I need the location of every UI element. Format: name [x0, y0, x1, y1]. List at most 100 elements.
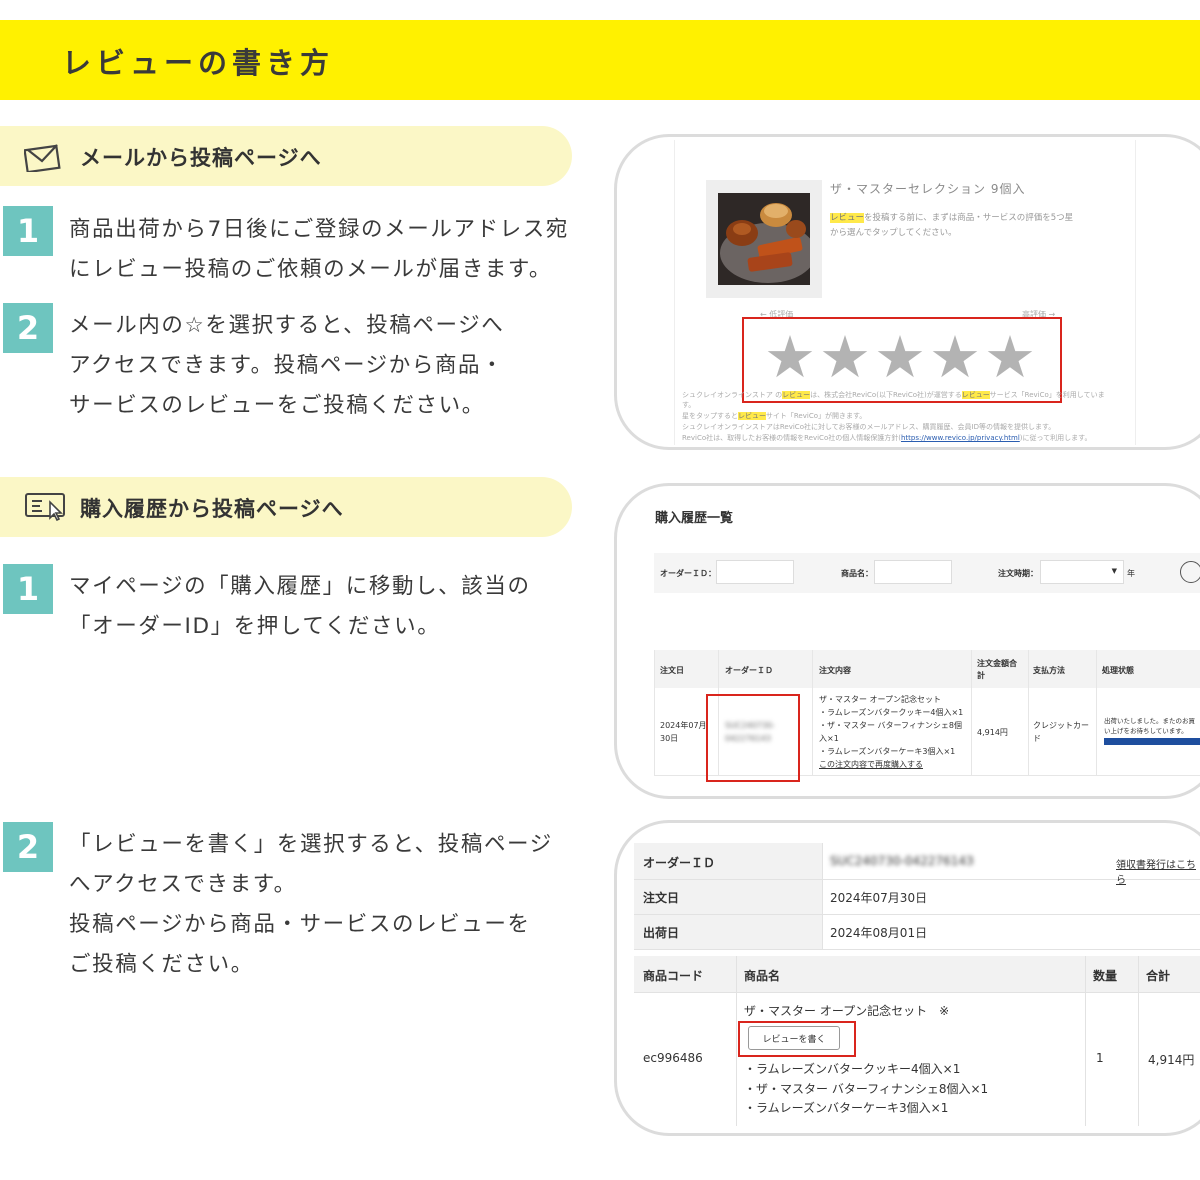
step-line: ご投稿ください。	[69, 952, 254, 977]
step-line: 商品出荷から7日後にご登録のメールアドレス宛	[69, 217, 569, 242]
col-status: 処理状態	[1102, 666, 1134, 675]
fine-text: ReviCo社は、取得したお客様の情報をReviCo社の個人情報保護方針(	[682, 434, 901, 442]
fine-text: は、株式会社ReviCo(以下ReviCo社)が運営する	[810, 391, 962, 399]
table-divider	[1096, 650, 1097, 776]
col-contents: 注文内容	[819, 666, 851, 675]
step-line: メール内の☆を選択すると、投稿ページへ	[69, 313, 505, 338]
history-row-amount: 4,914円	[977, 728, 1008, 737]
history-row-payment: クレジットカード	[1033, 721, 1089, 743]
receipt-link[interactable]: 領収書発行はこちら	[1116, 856, 1200, 886]
step-text: マイページの「購入履歴」に移動し、該当の 「オーダーID」を押してください。	[69, 567, 531, 647]
fine-print: シュクレイオンラインストアはReviCo社に対してお客様のメールアドレス、購買履…	[682, 423, 1056, 431]
fine-print: シュクレイオンラインストア のレビューは、株式会社ReviCo(以下ReviCo…	[682, 390, 1122, 400]
desc-text: から選んでタップしてください。	[830, 228, 957, 238]
section-history-title: 購入履歴から投稿ページへ	[80, 497, 344, 521]
sub-item: ・ラムレーズンバターケーキ3個入×1	[744, 1101, 949, 1115]
item-line: ・ラムレーズンバターケーキ3個入×1	[819, 747, 956, 756]
step-number: 2	[3, 822, 53, 872]
order-id-value: SUC240730-04227614З	[830, 854, 974, 868]
product-total: 4,914円	[1148, 1053, 1195, 1067]
step-line: マイページの「購入履歴」に移動し、該当の	[69, 574, 531, 599]
step-number: 1	[3, 564, 53, 614]
highlight-box	[738, 1021, 856, 1057]
step-text: 「レビューを書く」を選択すると、投稿ページ へアクセスできます。 投稿ページから…	[69, 825, 553, 985]
step-text: 商品出荷から7日後にご登録のメールアドレス宛 にレビュー投稿のご依頼のメールが届…	[69, 210, 569, 290]
fine-text: )に従って利用します。	[1019, 434, 1092, 442]
highlight-word: レビュー	[961, 391, 990, 399]
step-line: へアクセスできます。	[69, 872, 297, 897]
history-row-contents: ザ・マスター オープン記念セット ・ラムレーズンバタークッキー4個入×1 ・ザ・…	[819, 693, 969, 771]
col-amount: 注文金額合計	[977, 659, 1017, 680]
privacy-link[interactable]: https://www.revico.jp/privacy.html	[901, 434, 1020, 442]
product-image	[718, 193, 810, 285]
step-line: 「レビューを書く」を選択すると、投稿ページ	[69, 832, 553, 857]
item-divider	[1085, 956, 1086, 1126]
product-title: ザ・マスターセレクション 9個入	[830, 182, 1026, 196]
fine-text: サービス「ReviCo」を利用していま	[989, 391, 1105, 399]
purchase-history-icon	[24, 491, 68, 521]
section-mail-title: メールから投稿ページへ	[80, 146, 322, 170]
fine-text: サイト「ReviCo」が開きます。	[765, 412, 867, 420]
ship-date-value: 2024年08月01日	[830, 926, 928, 940]
col-order-date: 注文日	[660, 666, 684, 675]
order-id-label: オーダーＩＤ	[643, 856, 716, 870]
detail-divider	[822, 843, 823, 949]
history-title: 購入履歴一覧	[655, 511, 734, 526]
period-filter-select[interactable]: ▼	[1040, 560, 1124, 584]
year-label: 年	[1127, 569, 1135, 578]
step-line: にレビュー投稿のご依頼のメールが届きます。	[69, 257, 552, 282]
search-toggle[interactable]	[1180, 561, 1200, 583]
chevron-down-icon: ▼	[1111, 567, 1117, 575]
col-payment: 支払方法	[1033, 666, 1065, 675]
product-filter-label: 商品名：	[841, 569, 873, 578]
product-code: ec996486	[643, 1051, 703, 1065]
order-date-label: 注文日	[643, 891, 680, 905]
item-line: ザ・マスター オープン記念セット	[819, 695, 942, 704]
sub-item: ・ラムレーズンバタークッキー4個入×1	[744, 1062, 961, 1076]
step-text: メール内の☆を選択すると、投稿ページへ アクセスできます。投稿ページから商品・ …	[69, 306, 504, 426]
step-line: 「オーダーID」を押してください。	[69, 614, 441, 639]
item-divider	[736, 956, 737, 1126]
fine-print: 星をタップするとレビューサイト「ReviCo」が開きます。	[682, 411, 1122, 421]
history-row-status: 出荷いたしました。またのお買い上げをお待ちしています。	[1104, 717, 1195, 735]
status-bar	[1104, 738, 1200, 745]
col-quantity: 数量	[1093, 969, 1118, 983]
col-order-id: オーダーＩＤ	[725, 666, 773, 675]
product-sub-items: ・ラムレーズンバタークッキー4個入×1 ・ザ・マスター バターフィナンシェ8個入…	[744, 1060, 988, 1119]
item-line: ・ザ・マスター バターフィナンシェ8個入×1	[819, 721, 962, 743]
col-product-name: 商品名	[744, 969, 781, 983]
step-number: 1	[3, 206, 53, 256]
order-id-filter-label: オーダーＩＤ：	[660, 569, 716, 578]
fine-print: す。	[682, 401, 696, 409]
fine-text: シュクレイオンラインストア の	[682, 391, 783, 399]
table-divider	[654, 650, 655, 776]
highlight-word: レビュー	[782, 391, 811, 399]
item-divider	[1138, 956, 1139, 1126]
highlight-word: レビュー	[830, 213, 865, 223]
rating-instructions: レビューを投稿する前に、まずは商品・サービスの評価を5つ星 から選んでタップして…	[830, 211, 1105, 241]
sub-item: ・ザ・マスター バターフィナンシェ8個入×1	[744, 1081, 989, 1096]
col-product-code: 商品コード	[643, 969, 704, 983]
order-id-filter-input[interactable]	[716, 560, 794, 584]
order-date-value: 2024年07月30日	[830, 891, 928, 905]
table-divider	[812, 650, 813, 776]
step-line: アクセスできます。投稿ページから商品・	[69, 353, 505, 378]
reorder-link[interactable]: この注文内容で再度購入する	[819, 758, 969, 771]
fine-text: 星をタップすると	[682, 412, 738, 420]
col-total: 合計	[1146, 969, 1171, 983]
highlight-word: レビュー	[738, 412, 766, 420]
table-divider	[971, 650, 972, 776]
step-line: 投稿ページから商品・サービスのレビューを	[69, 912, 531, 937]
page-title: レビューの書き方	[62, 46, 335, 80]
product-name: ザ・マスター オープン記念セット ※	[744, 1004, 950, 1018]
period-filter-label: 注文時期：	[998, 569, 1038, 578]
step-number: 2	[3, 303, 53, 353]
fine-print: ReviCo社は、取得したお客様の情報をReviCo社の個人情報保護方針(htt…	[682, 433, 1122, 443]
mail-icon	[24, 142, 62, 172]
product-filter-input[interactable]	[874, 560, 952, 584]
table-divider	[1028, 650, 1029, 776]
desc-text: を投稿する前に、まずは商品・サービスの評価を5つ星	[864, 213, 1074, 223]
highlight-box	[706, 694, 800, 782]
step-line: サービスのレビューをご投稿ください。	[69, 393, 485, 418]
ship-date-label: 出荷日	[643, 926, 680, 940]
